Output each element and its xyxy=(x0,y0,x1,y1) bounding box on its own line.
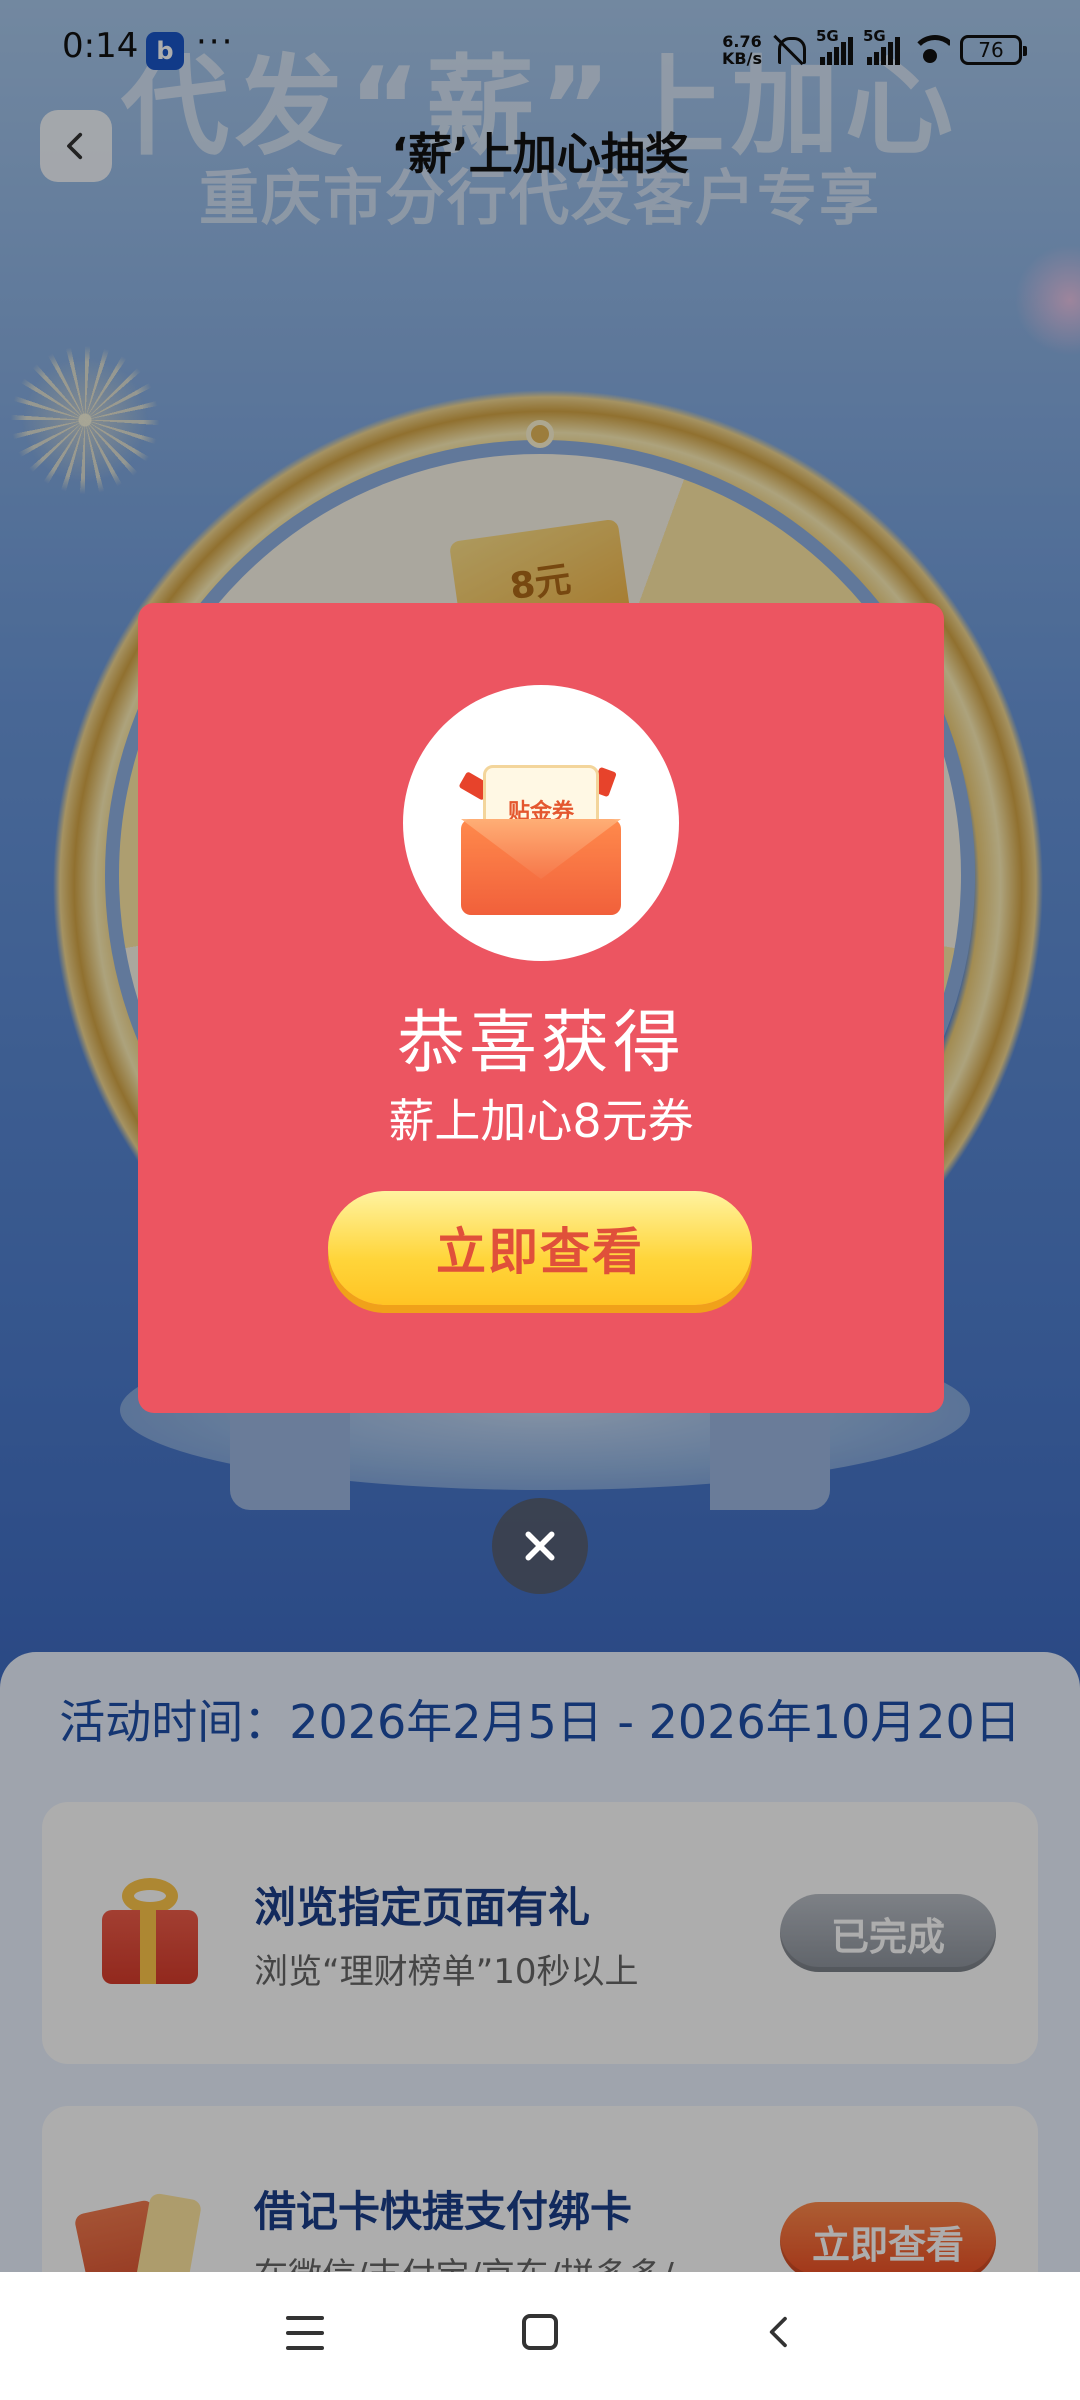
home-icon[interactable] xyxy=(522,2314,558,2350)
system-nav-bar xyxy=(0,2272,1080,2400)
prize-modal: 贴金券 恭喜获得 薪上加心8元券 立即查看 xyxy=(138,603,944,1413)
back-icon[interactable] xyxy=(760,2312,800,2352)
menu-icon[interactable] xyxy=(286,2316,324,2350)
view-now-button[interactable]: 立即查看 xyxy=(328,1191,752,1305)
close-modal-button[interactable] xyxy=(492,1498,588,1594)
modal-title: 恭喜获得 xyxy=(396,1004,685,1083)
voucher-envelope-icon: 贴金券 xyxy=(458,747,621,917)
prize-name: 薪上加心8元券 xyxy=(388,1094,694,1148)
prize-icon-circle: 贴金券 xyxy=(403,685,679,961)
close-icon xyxy=(525,1531,555,1561)
